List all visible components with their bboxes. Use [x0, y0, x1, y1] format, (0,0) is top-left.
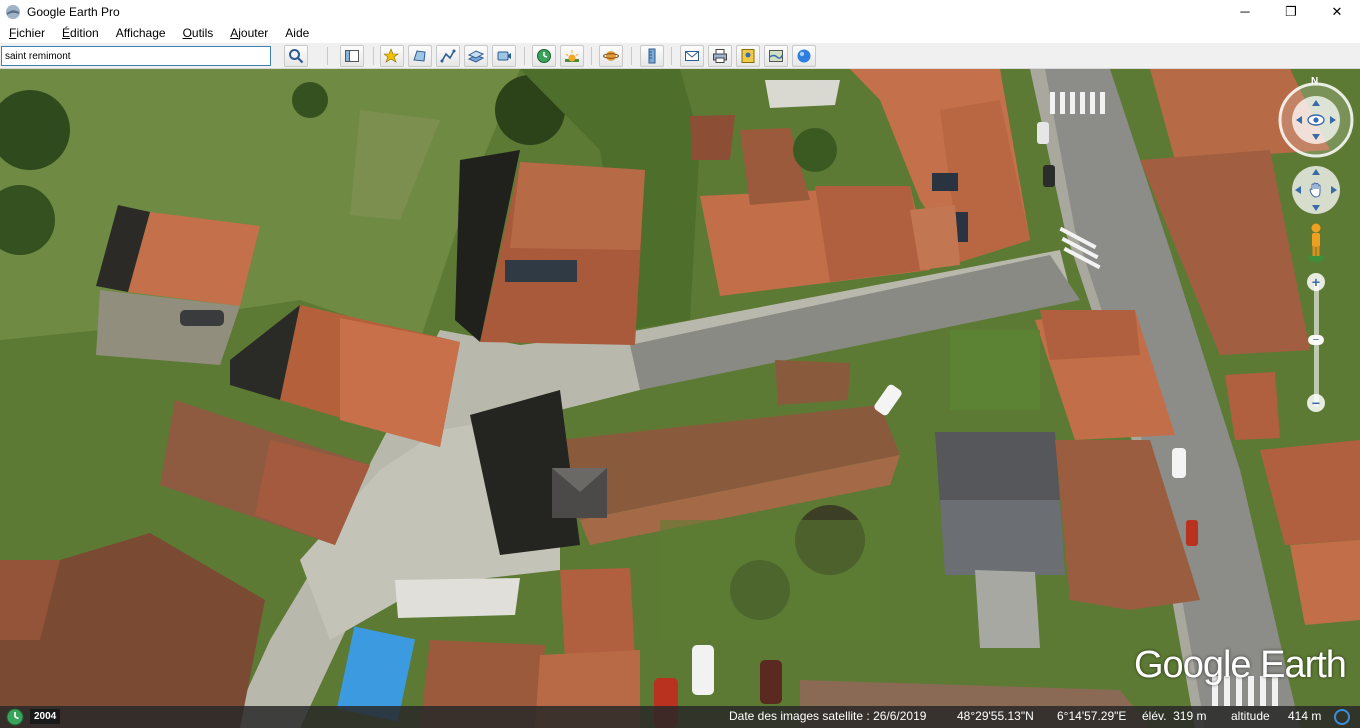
menu-label: dition — [70, 26, 99, 40]
toolbar-separator — [524, 47, 525, 65]
menu-accel: O — [182, 26, 192, 40]
solar-panel — [932, 173, 958, 191]
altitude-label: altitude — [1231, 709, 1270, 723]
window-title: Google Earth Pro — [27, 4, 120, 19]
minimize-button[interactable]: ─ — [1222, 0, 1268, 23]
polygon-icon — [413, 50, 426, 62]
toolbar-separator — [591, 47, 592, 65]
altitude-value: 414 m — [1288, 709, 1322, 723]
menu-label: Aide — [285, 26, 310, 40]
search-button[interactable] — [284, 45, 308, 67]
map-view-icon — [769, 50, 784, 62]
zoom-out-button[interactable]: − — [1307, 394, 1325, 412]
menu-label: utils — [191, 26, 214, 40]
eye-icon — [1307, 114, 1325, 126]
car — [1043, 165, 1055, 187]
print-icon — [713, 49, 727, 63]
car — [760, 660, 782, 704]
add-placemark-button[interactable] — [380, 45, 404, 67]
menu-label: ichier — [16, 26, 46, 40]
ruler-button[interactable] — [640, 45, 664, 67]
satellite-imagery — [0, 69, 1360, 728]
menu-ajouter[interactable]: Ajouter — [221, 26, 276, 40]
longitude-readout: 6°14'57.29"E — [1057, 709, 1127, 723]
title-bar: Google Earth Pro ─ ❐ ✕ — [0, 0, 1360, 23]
imagery-date: Date des images satellite : 26/6/2019 — [729, 709, 927, 723]
toolbar-separator — [631, 47, 632, 65]
status-bar: 2004 Date des images satellite : 26/6/20… — [0, 706, 1360, 728]
menu-label: jouter — [238, 26, 269, 40]
zoom-thumb-mark: − — [1312, 334, 1320, 346]
planets-icon — [603, 51, 619, 61]
search-icon — [289, 49, 304, 64]
historical-imagery-icon — [537, 49, 551, 63]
window-controls: ─ ❐ ✕ — [1222, 0, 1360, 23]
menu-outils[interactable]: Outils — [174, 26, 222, 40]
record-tour-icon — [497, 51, 511, 61]
add-path-button[interactable] — [436, 45, 460, 67]
menu-edition[interactable]: Édition — [53, 26, 107, 40]
placemark-icon — [384, 48, 399, 63]
sidebar-icon — [345, 50, 359, 62]
streaming-progress-icon — [1334, 709, 1350, 725]
email-icon — [685, 51, 699, 61]
menu-aide[interactable]: Aide — [276, 26, 317, 40]
hand-icon — [1309, 182, 1321, 198]
menu-affichage[interactable]: Affichage — [107, 26, 174, 40]
earth-3d-view[interactable]: N + − − Google Earth — [0, 69, 1360, 728]
google-maps-icon — [797, 49, 811, 63]
path-icon — [440, 49, 456, 63]
menu-accel: É — [62, 26, 71, 40]
toolbar-separator — [373, 47, 374, 65]
menu-label: Affichage — [115, 26, 166, 40]
latitude-readout: 48°29'55.13"N — [957, 709, 1034, 723]
maximize-button[interactable]: ❐ — [1268, 0, 1314, 23]
historical-imagery-button[interactable] — [532, 45, 556, 67]
menu-fichier[interactable]: Fichier — [0, 26, 53, 40]
toolbar-separator — [327, 47, 328, 65]
street-view-pegman-icon[interactable] — [1306, 222, 1326, 264]
map-view-button[interactable] — [764, 45, 788, 67]
sunlight-button[interactable] — [560, 45, 584, 67]
car — [1186, 520, 1198, 546]
zoom-in-button[interactable]: + — [1307, 273, 1325, 291]
google-earth-app-icon — [6, 4, 20, 19]
car — [180, 310, 224, 326]
zoom-slider-thumb[interactable]: − — [1308, 334, 1324, 346]
solar-panel — [505, 260, 577, 282]
car — [1037, 122, 1049, 144]
add-polygon-button[interactable] — [408, 45, 432, 67]
car — [1172, 448, 1186, 478]
toolbar-separator — [671, 47, 672, 65]
ruler-icon — [648, 48, 656, 64]
email-button[interactable] — [680, 45, 704, 67]
google-earth-logo: Google Earth — [1134, 644, 1347, 686]
print-button[interactable] — [708, 45, 732, 67]
add-image-overlay-button[interactable] — [464, 45, 488, 67]
toolbar — [0, 43, 1360, 69]
close-button[interactable]: ✕ — [1314, 0, 1360, 23]
google-maps-button[interactable] — [792, 45, 816, 67]
historical-imagery-clock-icon[interactable] — [6, 708, 24, 726]
elevation-readout: élév. 319 m — [1142, 709, 1207, 723]
image-overlay-icon — [468, 50, 484, 63]
sunlight-icon — [565, 50, 579, 62]
search-input[interactable] — [1, 46, 271, 66]
record-tour-button[interactable] — [492, 45, 516, 67]
imagery-year-badge: 2004 — [30, 709, 61, 724]
menu-bar: Fichier Édition Affichage Outils Ajouter… — [0, 23, 1360, 43]
navigation-controls: N + − − — [1276, 76, 1356, 416]
save-image-button[interactable] — [736, 45, 760, 67]
google-earth-window: Google Earth Pro ─ ❐ ✕ Fichier Édition A… — [0, 0, 1360, 728]
planets-button[interactable] — [599, 45, 623, 67]
sidebar-toggle-button[interactable] — [340, 45, 364, 67]
save-image-icon — [741, 49, 755, 63]
car — [692, 645, 714, 695]
